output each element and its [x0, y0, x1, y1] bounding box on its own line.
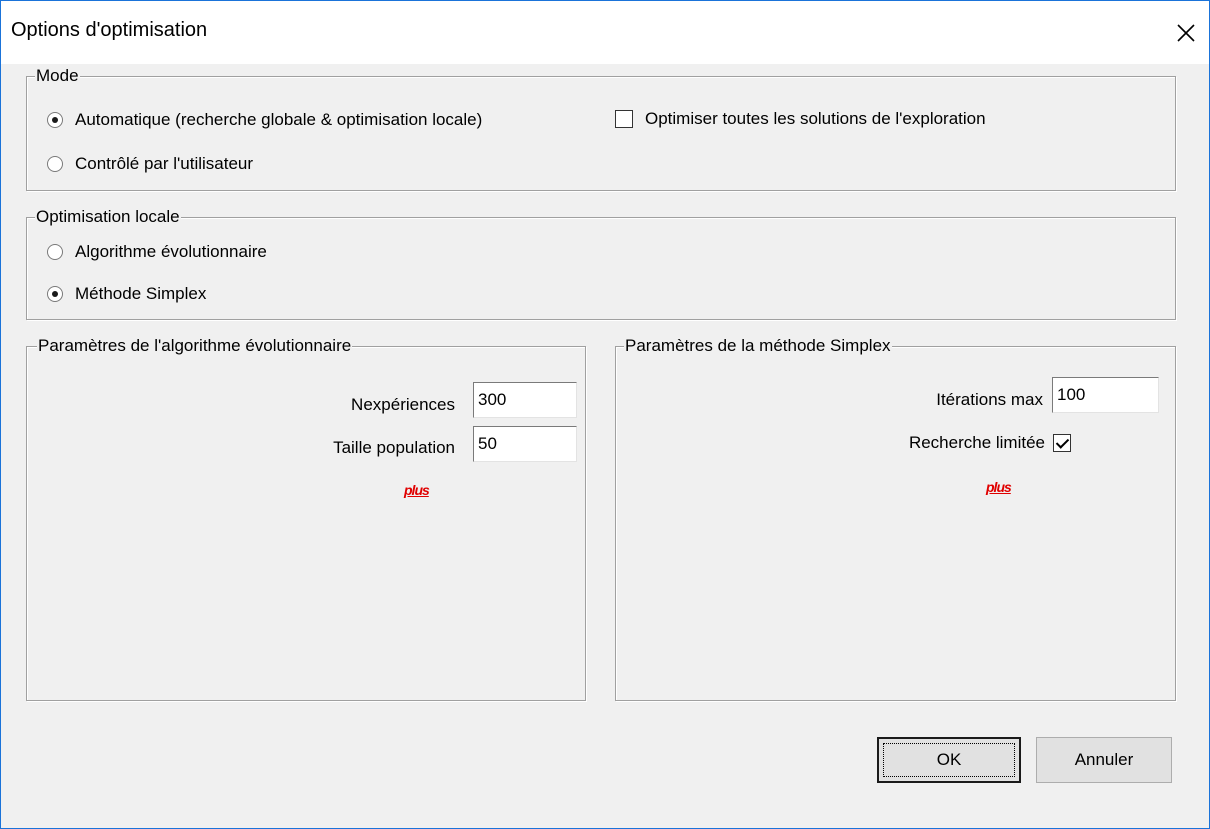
mode-user-controlled-label: Contrôlé par l'utilisateur — [75, 154, 254, 173]
evolutionary-params-group: Paramètres de l'algorithme évolutionnair… — [26, 336, 586, 701]
optimize-all-label: Optimiser toutes les solutions de l'expl… — [645, 109, 986, 128]
ok-button[interactable]: OK — [877, 737, 1021, 783]
mode-automatic-radio[interactable]: Automatique (recherche globale & optimis… — [47, 110, 482, 130]
population-size-input[interactable] — [473, 426, 577, 462]
simplex-method-label: Méthode Simplex — [75, 284, 207, 303]
mode-legend: Mode — [35, 66, 80, 86]
mode-automatic-label: Automatique (recherche globale & optimis… — [75, 110, 483, 129]
local-optimization-group: Optimisation locale Algorithme évolution… — [26, 207, 1176, 320]
close-icon — [1177, 23, 1195, 42]
limited-search-checkbox[interactable] — [1053, 434, 1071, 452]
nexperiences-label: Nexpériences — [351, 395, 455, 414]
radio-indicator — [47, 156, 63, 172]
simplex-params-legend: Paramètres de la méthode Simplex — [624, 336, 892, 356]
evolutionary-algorithm-radio[interactable]: Algorithme évolutionnaire — [47, 242, 267, 262]
window-title: Options d'optimisation — [11, 19, 208, 41]
population-size-label: Taille population — [333, 438, 455, 457]
nexperiences-input[interactable] — [473, 382, 577, 418]
mode-group: Mode Automatique (recherche globale & op… — [26, 66, 1176, 191]
evolutionary-algorithm-label: Algorithme évolutionnaire — [75, 242, 267, 261]
simplex-method-radio[interactable]: Méthode Simplex — [47, 284, 206, 304]
simplex-params-group: Paramètres de la méthode Simplex Itérati… — [615, 336, 1176, 701]
cancel-button-label: Annuler — [1074, 750, 1134, 769]
radio-indicator — [47, 244, 63, 260]
max-iterations-label: Itérations max — [936, 390, 1043, 409]
dialog-window: Options d'optimisation Mode Automatique … — [0, 0, 1210, 829]
radio-indicator — [47, 286, 63, 302]
mode-user-controlled-radio[interactable]: Contrôlé par l'utilisateur — [47, 154, 253, 174]
evolutionary-params-legend: Paramètres de l'algorithme évolutionnair… — [37, 336, 353, 356]
limited-search-label: Recherche limitée — [908, 433, 1045, 452]
radio-indicator — [47, 112, 63, 128]
optimize-all-checkbox[interactable]: Optimiser toutes les solutions de l'expl… — [615, 109, 986, 129]
dialog-body: Mode Automatique (recherche globale & op… — [1, 64, 1209, 828]
title-bar[interactable]: Options d'optimisation — [1, 1, 1209, 64]
max-iterations-input[interactable] — [1052, 377, 1159, 413]
evolutionary-more-link[interactable]: plus — [404, 482, 430, 498]
cancel-button[interactable]: Annuler — [1036, 737, 1172, 783]
close-button[interactable] — [1163, 1, 1209, 64]
local-optimization-legend: Optimisation locale — [35, 207, 181, 227]
simplex-more-link[interactable]: plus — [986, 479, 1012, 495]
checkbox-box — [615, 110, 633, 128]
focus-rectangle — [883, 743, 1015, 777]
